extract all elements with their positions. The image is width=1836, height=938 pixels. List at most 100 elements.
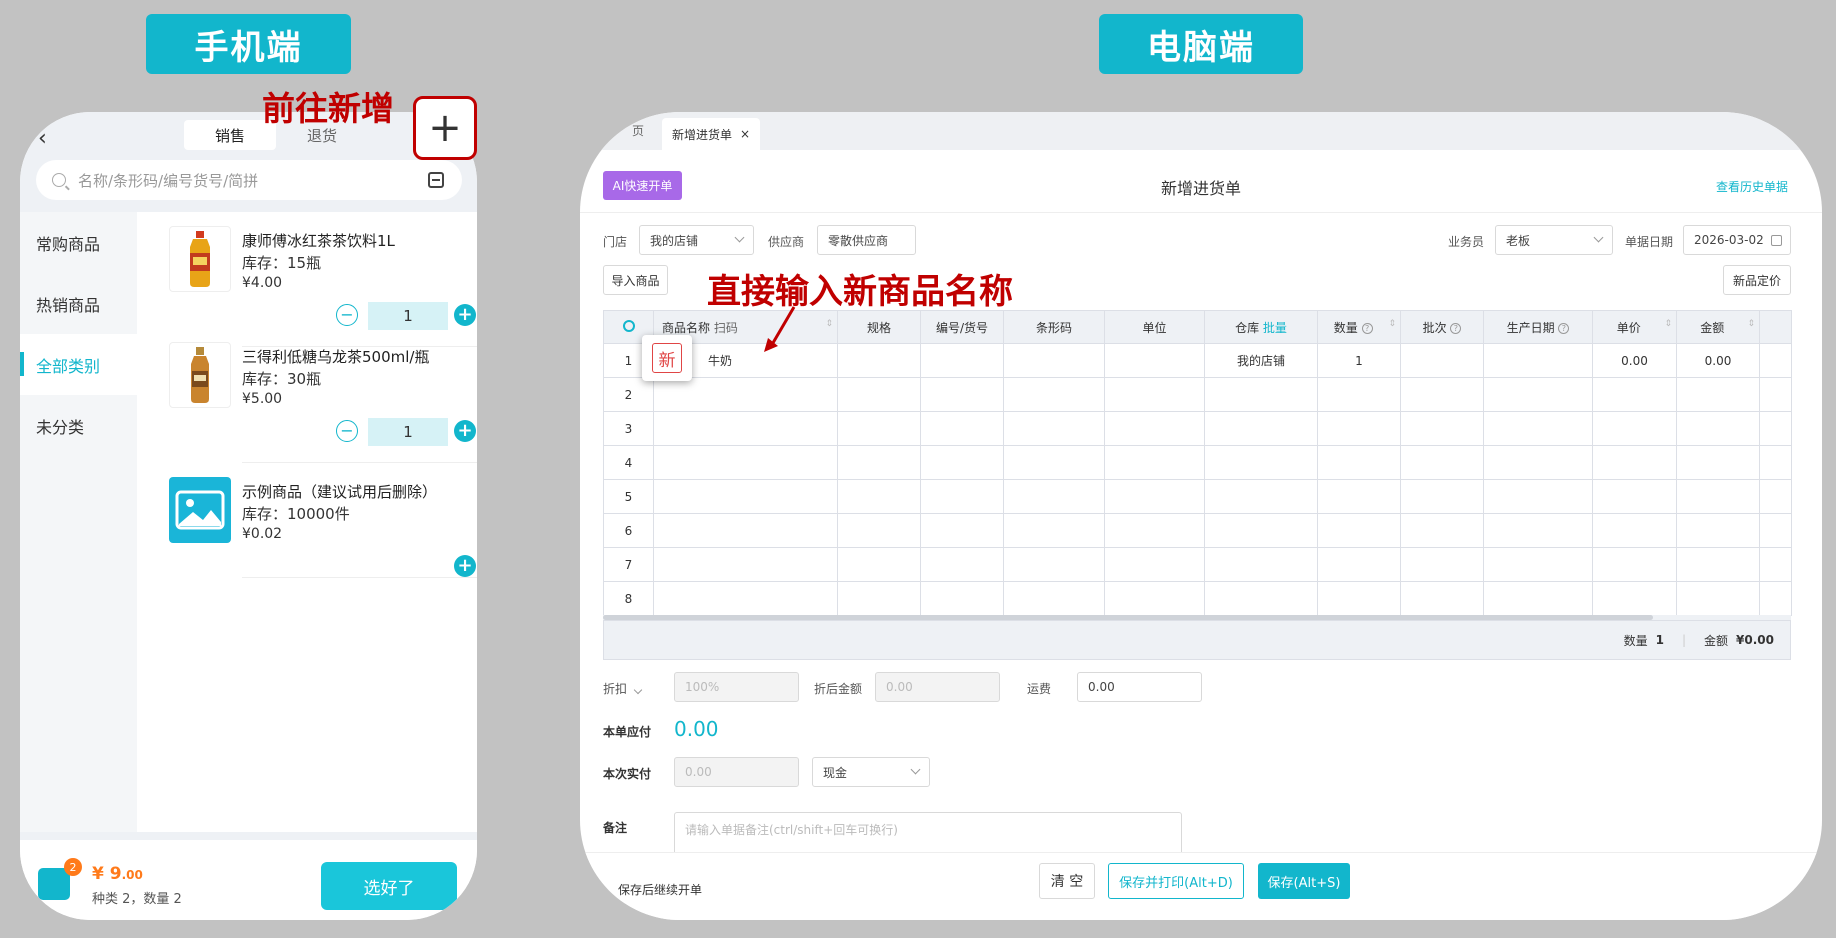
table-cell[interactable]: [1676, 547, 1760, 582]
table-cell[interactable]: [1204, 581, 1318, 616]
new-product-badge[interactable]: 新: [642, 335, 692, 381]
done-button[interactable]: 选好了: [321, 862, 457, 910]
close-icon[interactable]: ×: [740, 127, 750, 141]
save-button[interactable]: 保存(Alt+S): [1258, 863, 1350, 899]
table-cell[interactable]: [1592, 581, 1677, 616]
chevron-down-icon[interactable]: [633, 685, 643, 695]
store-select[interactable]: 我的店铺: [639, 225, 754, 255]
table-cell[interactable]: [1483, 445, 1593, 480]
gear-icon[interactable]: [622, 319, 635, 332]
table-cell[interactable]: [1592, 377, 1677, 412]
table-cell[interactable]: [1003, 343, 1105, 378]
table-cell[interactable]: [837, 377, 921, 412]
table-cell[interactable]: [1483, 343, 1593, 378]
amount-cell[interactable]: 0.00: [1676, 343, 1760, 378]
table-cell[interactable]: [653, 547, 838, 582]
table-cell[interactable]: [1204, 513, 1318, 548]
table-cell[interactable]: [920, 377, 1004, 412]
batch-link[interactable]: 批量: [1263, 321, 1287, 335]
table-cell[interactable]: [1104, 445, 1205, 480]
table-cell[interactable]: [1104, 513, 1205, 548]
sidebar-item-hot[interactable]: 热销商品: [20, 273, 137, 334]
table-cell[interactable]: [920, 479, 1004, 514]
table-cell[interactable]: [920, 445, 1004, 480]
table-cell[interactable]: [653, 377, 838, 412]
qty-cell[interactable]: 1: [1317, 343, 1401, 378]
table-cell[interactable]: [1317, 547, 1401, 582]
sort-icon[interactable]: ⇕: [825, 319, 833, 329]
table-cell[interactable]: [837, 581, 921, 616]
sort-icon[interactable]: ⇕: [1664, 319, 1672, 329]
table-cell[interactable]: [920, 343, 1004, 378]
table-cell[interactable]: [1676, 377, 1760, 412]
table-cell[interactable]: [653, 445, 838, 480]
table-cell[interactable]: [837, 513, 921, 548]
table-cell[interactable]: [1676, 513, 1760, 548]
table-cell[interactable]: [1400, 479, 1484, 514]
table-cell[interactable]: [1483, 547, 1593, 582]
table-cell[interactable]: [1400, 445, 1484, 480]
table-cell[interactable]: [1317, 513, 1401, 548]
price-cell[interactable]: 0.00: [1592, 343, 1677, 378]
table-cell[interactable]: [1400, 343, 1484, 378]
supplier-select[interactable]: 零散供应商: [817, 225, 916, 255]
sort-icon[interactable]: ⇕: [1388, 319, 1396, 329]
table-cell[interactable]: [1592, 445, 1677, 480]
table-row[interactable]: 7: [603, 547, 1792, 582]
table-cell[interactable]: [1592, 513, 1677, 548]
table-cell[interactable]: [837, 343, 921, 378]
table-cell[interactable]: [1003, 513, 1105, 548]
table-cell[interactable]: [1676, 445, 1760, 480]
table-cell[interactable]: [1317, 479, 1401, 514]
discounted-amount-input[interactable]: 0.00: [875, 672, 1000, 702]
table-cell[interactable]: [653, 513, 838, 548]
table-cell[interactable]: [1104, 479, 1205, 514]
table-cell[interactable]: [1003, 479, 1105, 514]
tab-new-purchase[interactable]: 新增进货单 ×: [662, 118, 761, 150]
table-row[interactable]: 6: [603, 513, 1792, 548]
table-cell[interactable]: [1204, 547, 1318, 582]
table-cell[interactable]: [653, 479, 838, 514]
discount-input[interactable]: 100%: [674, 672, 799, 702]
list-item[interactable]: 三得利低糖乌龙茶500ml/瓶 库存：30瓶 ¥5.00 − 1 +: [137, 328, 477, 463]
table-cell[interactable]: [920, 411, 1004, 446]
table-cell[interactable]: [837, 547, 921, 582]
table-row[interactable]: 3: [603, 411, 1792, 446]
table-cell[interactable]: [1400, 513, 1484, 548]
table-cell[interactable]: [1592, 479, 1677, 514]
table-cell[interactable]: [1104, 547, 1205, 582]
paid-input[interactable]: 0.00: [674, 757, 799, 787]
table-cell[interactable]: [1003, 547, 1105, 582]
table-cell[interactable]: [1104, 377, 1205, 412]
table-cell[interactable]: [1400, 377, 1484, 412]
import-products-button[interactable]: 导入商品: [603, 265, 668, 295]
table-cell[interactable]: [837, 411, 921, 446]
table-cell[interactable]: [1483, 411, 1593, 446]
table-cell[interactable]: [1400, 411, 1484, 446]
table-cell[interactable]: [1676, 479, 1760, 514]
payment-method-select[interactable]: 现金: [812, 757, 930, 787]
table-cell[interactable]: [653, 411, 838, 446]
history-link[interactable]: 查看历史单据: [1716, 178, 1788, 195]
table-cell[interactable]: [1204, 377, 1318, 412]
table-cell[interactable]: [1592, 547, 1677, 582]
table-cell[interactable]: [1676, 581, 1760, 616]
table-cell[interactable]: [1003, 377, 1105, 412]
quantity-input[interactable]: 1: [368, 302, 448, 330]
table-cell[interactable]: [1483, 513, 1593, 548]
plus-button[interactable]: +: [454, 304, 476, 326]
table-cell[interactable]: [1204, 411, 1318, 446]
tab-home[interactable]: 页: [632, 122, 644, 139]
table-cell[interactable]: [1400, 547, 1484, 582]
clear-button[interactable]: 清 空: [1039, 863, 1095, 899]
staff-select[interactable]: 老板: [1495, 225, 1613, 255]
table-cell[interactable]: [1317, 411, 1401, 446]
plus-button[interactable]: +: [454, 555, 476, 577]
table-cell[interactable]: [920, 513, 1004, 548]
save-print-button[interactable]: 保存并打印(Alt+D): [1108, 863, 1244, 899]
table-cell[interactable]: [1676, 411, 1760, 446]
search-input[interactable]: 名称/条形码/编号货号/简拼: [36, 160, 462, 200]
table-row[interactable]: 8: [603, 581, 1792, 616]
add-new-button[interactable]: +: [413, 96, 477, 160]
table-cell[interactable]: [837, 479, 921, 514]
